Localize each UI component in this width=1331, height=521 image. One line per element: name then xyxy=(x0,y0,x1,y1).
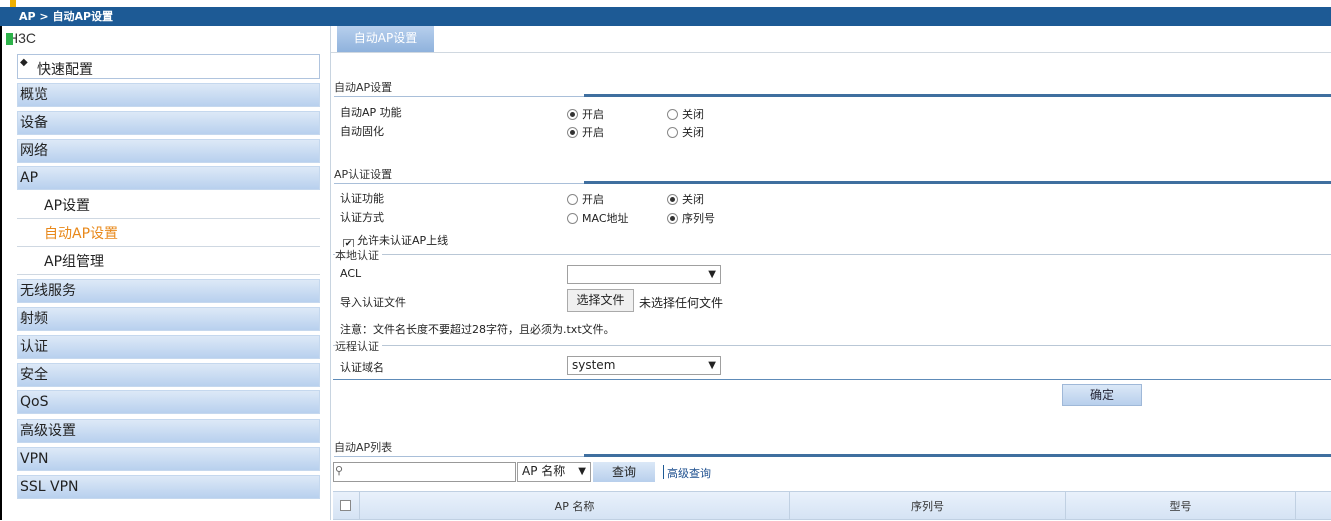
row-label-auth-method: 认证方式 xyxy=(340,211,384,224)
section-divider xyxy=(334,94,1331,97)
allow-unauth-label: 允许未认证AP上线 xyxy=(357,234,449,247)
sidebar-item-quick-config[interactable]: ◆ 快速配置 xyxy=(17,54,320,79)
local-auth-fieldset: 本地认证 xyxy=(333,247,1331,263)
acl-select[interactable]: ▼ xyxy=(567,265,721,284)
ok-button[interactable]: 确定 xyxy=(1062,384,1142,406)
sidebar-item-overview[interactable]: 概览 xyxy=(17,83,320,107)
filter-value: AP 名称 xyxy=(522,464,566,478)
sidebar-item-ap[interactable]: AP xyxy=(17,166,320,190)
select-all-checkbox[interactable] xyxy=(340,500,351,511)
main-panel: 自动AP设置 自动AP设置 自动AP 功能 开启 关闭 自动固化 开启 关闭 A… xyxy=(330,26,1331,520)
auto-fix-on-radio[interactable]: 开启 xyxy=(567,124,604,140)
file-note: 注意：文件名长度不要超过28字符，且必须为.txt文件。 xyxy=(340,323,615,336)
top-strip xyxy=(0,0,1331,7)
column-ap-name[interactable]: AP 名称 xyxy=(360,492,790,519)
file-status: 未选择任何文件 xyxy=(639,296,724,310)
tab-bar: 自动AP设置 xyxy=(331,26,1331,53)
sidebar-item-security[interactable]: 安全 xyxy=(17,363,320,387)
select-all-cell xyxy=(333,492,360,519)
sidebar-item-ssl-vpn[interactable]: SSL VPN xyxy=(17,475,320,499)
form-bottom-line xyxy=(333,379,1331,380)
tab-auto-ap[interactable]: 自动AP设置 xyxy=(337,26,434,52)
auto-ap-off-radio[interactable]: 关闭 xyxy=(667,106,704,122)
section-title-ap-list: 自动AP列表 xyxy=(334,441,393,454)
top-marker xyxy=(10,0,16,7)
sidebar-item-auth[interactable]: 认证 xyxy=(17,335,320,359)
domain-label: 认证域名 xyxy=(340,361,384,374)
sidebar-item-advanced[interactable]: 高级设置 xyxy=(17,419,320,443)
domain-select[interactable]: system ▼ xyxy=(567,356,721,375)
row-label-auto-fix: 自动固化 xyxy=(340,125,384,138)
section-divider xyxy=(334,454,1331,457)
local-auth-legend: 本地认证 xyxy=(335,247,382,263)
auto-ap-on-radio[interactable]: 开启 xyxy=(567,106,604,122)
search-icon: ⚲ xyxy=(335,464,344,477)
filter-select[interactable]: AP 名称 ▼ xyxy=(517,462,591,482)
row-label-auto-ap: 自动AP 功能 xyxy=(340,106,402,119)
dropdown-arrow-icon: ▼ xyxy=(708,360,716,371)
separator xyxy=(663,465,664,479)
sidebar-item-device[interactable]: 设备 xyxy=(17,111,320,135)
sidebar-subitem-ap-settings[interactable]: AP设置 xyxy=(17,193,320,219)
dropdown-arrow-icon: ▼ xyxy=(578,466,586,477)
advanced-query-link[interactable]: 高级查询 xyxy=(667,465,711,481)
section-title-ap-auth: AP认证设置 xyxy=(334,168,393,181)
row-label-auth-function: 认证功能 xyxy=(340,192,384,205)
section-divider xyxy=(334,181,1331,184)
search-input[interactable]: ⚲ xyxy=(333,462,516,482)
dropdown-arrow-icon: ▼ xyxy=(708,269,716,280)
sidebar-item-vpn[interactable]: VPN xyxy=(17,447,320,471)
sidebar-item-label: 快速配置 xyxy=(37,62,93,78)
sidebar-item-qos[interactable]: QoS xyxy=(17,390,320,414)
column-model[interactable]: 型号 xyxy=(1066,492,1296,519)
choose-file-button[interactable]: 选择文件 xyxy=(567,289,634,312)
sidebar: H3C ◆ 快速配置 概览 设备 网络 AP AP设置 自动AP设置 AP组管理… xyxy=(0,26,320,520)
auth-on-radio[interactable]: 开启 xyxy=(567,191,604,207)
acl-label: ACL xyxy=(340,267,362,280)
section-title-auto-ap: 自动AP设置 xyxy=(334,81,393,94)
auth-mac-radio[interactable]: MAC地址 xyxy=(567,210,629,226)
sidebar-subitem-auto-ap[interactable]: 自动AP设置 xyxy=(17,221,320,247)
sidebar-item-wireless[interactable]: 无线服务 xyxy=(17,279,320,303)
brand-mark xyxy=(6,33,13,45)
query-button[interactable]: 查询 xyxy=(593,462,655,482)
breadcrumb: AP > 自动AP设置 xyxy=(0,7,1331,26)
brand-logo: H3C xyxy=(6,30,36,46)
sidebar-item-network[interactable]: 网络 xyxy=(17,139,320,163)
table-header: AP 名称 序列号 型号 xyxy=(333,491,1331,520)
sidebar-item-radio[interactable]: 射频 xyxy=(17,307,320,331)
remote-auth-legend: 远程认证 xyxy=(335,338,382,354)
domain-value: system xyxy=(572,358,616,372)
auto-fix-off-radio[interactable]: 关闭 xyxy=(667,124,704,140)
auth-serial-radio[interactable]: 序列号 xyxy=(667,210,715,226)
sidebar-subitem-ap-group[interactable]: AP组管理 xyxy=(17,249,320,275)
remote-auth-fieldset: 远程认证 xyxy=(333,338,1331,354)
import-label: 导入认证文件 xyxy=(340,296,406,309)
column-serial[interactable]: 序列号 xyxy=(790,492,1066,519)
auth-off-radio[interactable]: 关闭 xyxy=(667,191,704,207)
diamond-icon: ◆ xyxy=(20,57,28,68)
